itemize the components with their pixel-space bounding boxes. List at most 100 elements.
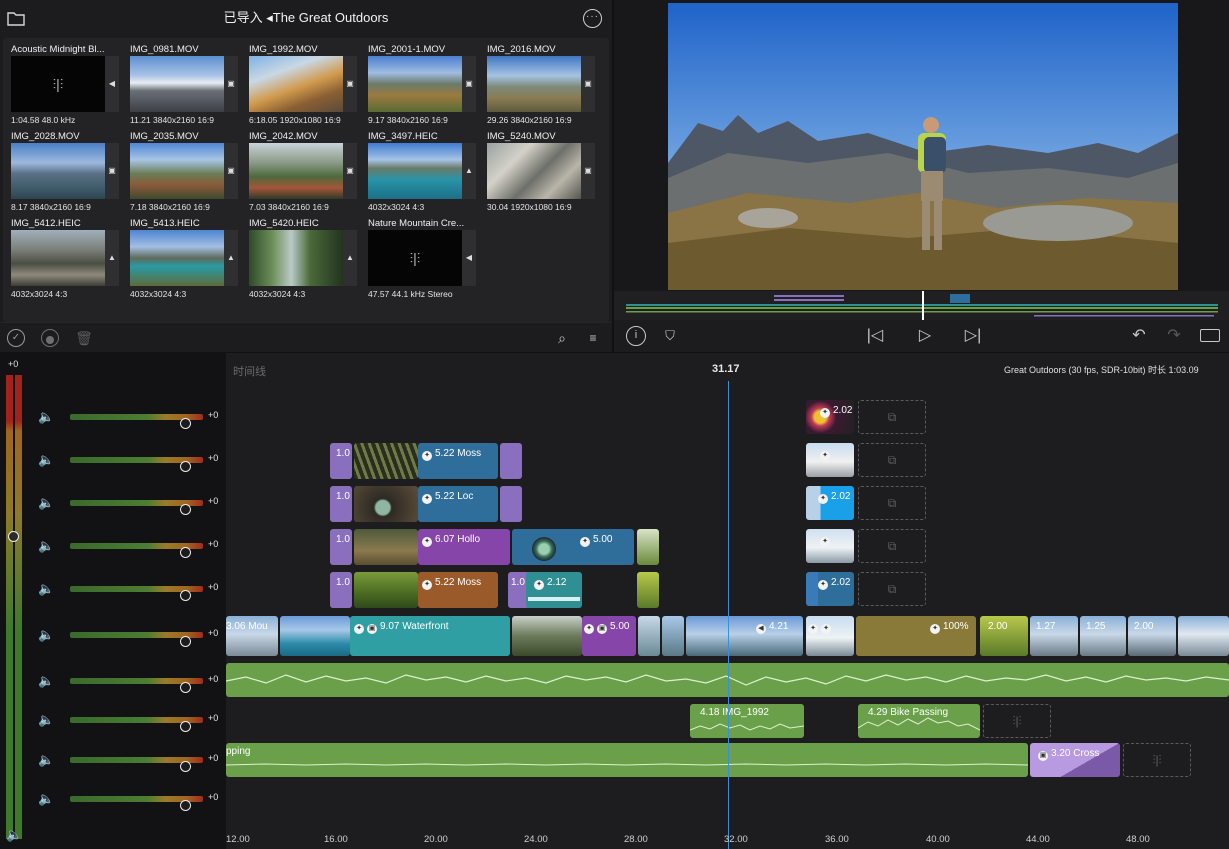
redo-icon[interactable]: ↷ <box>1162 326 1186 346</box>
skip-back-icon[interactable]: |◁ <box>864 326 886 346</box>
volume-fader[interactable] <box>70 414 203 429</box>
track-mixer[interactable]: 🔈 +0 <box>38 671 224 693</box>
video-clip[interactable]: ✦ 6.07 Hollo <box>418 529 510 565</box>
trash-icon[interactable]: 🗑 <box>75 329 93 347</box>
audio-clip[interactable]: ▣ 3.20 Cross <box>1030 743 1120 777</box>
media-tile[interactable]: Acoustic Midnight Bl... ⫶|⫶ ◀ 1:04.58 48… <box>3 38 119 125</box>
fader-knob[interactable] <box>180 547 191 558</box>
sort-icon[interactable]: ≡ <box>584 329 602 347</box>
speaker-icon[interactable]: 🔈 <box>38 751 56 769</box>
video-clip[interactable]: ✦ 2.02 <box>806 486 854 520</box>
ellipsis-circle-icon[interactable]: ··· <box>583 9 602 28</box>
media-tile[interactable]: IMG_2001-1.MOV ▣ 9.17 3840x2160 16:9 <box>360 38 476 125</box>
playhead[interactable] <box>728 381 729 849</box>
video-clip-thumb[interactable] <box>637 529 659 565</box>
track-mixer[interactable]: 🔈 +0 <box>38 625 224 647</box>
track-mixer[interactable]: 🔈 +0 <box>38 750 224 772</box>
media-tile[interactable]: IMG_2042.MOV ▣ 7.03 3840x2160 16:9 <box>241 125 357 212</box>
speaker-icon[interactable]: 🔈 <box>38 537 56 555</box>
media-tile[interactable]: IMG_0981.MOV ▣ 11.21 3840x2160 16:9 <box>122 38 238 125</box>
speaker-icon[interactable]: 🔈 <box>38 790 56 808</box>
transition-clip[interactable]: 1.0 <box>330 443 352 479</box>
audio-waveform-clip[interactable] <box>226 743 1028 777</box>
transition-clip[interactable]: 1.0 <box>330 572 352 608</box>
video-clip[interactable]: ✦ <box>806 529 854 563</box>
speaker-icon[interactable]: 🔈 <box>38 408 56 426</box>
track-mixer[interactable]: 🔈 +0 <box>38 789 224 811</box>
video-clip[interactable]: ✦ ▣ 5.00 <box>582 616 636 656</box>
fader-knob[interactable] <box>180 800 191 811</box>
track-mixer[interactable]: 🔈 +0 <box>38 710 224 732</box>
volume-fader[interactable] <box>70 796 203 811</box>
timeline-tracks[interactable]: 时间线 31.17 Great Outdoors (30 fps, SDR-10… <box>226 353 1229 849</box>
info-icon[interactable]: i <box>626 326 646 346</box>
track-mixer[interactable]: 🔈 +0 <box>38 536 224 558</box>
video-clip[interactable]: ✦ ▣ 9.07 Waterfront <box>350 616 510 656</box>
video-clip[interactable]: 2.00 <box>980 616 1028 656</box>
transition-clip[interactable] <box>500 443 522 479</box>
marker-icon[interactable]: ⛉ <box>661 326 679 346</box>
master-fader-knob[interactable] <box>8 531 19 542</box>
fader-knob[interactable] <box>180 682 191 693</box>
fader-knob[interactable] <box>180 504 191 515</box>
fader-knob[interactable] <box>180 721 191 732</box>
media-tile[interactable]: IMG_5412.HEIC ▲ 4032x3024 4:3 <box>3 212 119 299</box>
track-mixer[interactable]: 🔈 +0 <box>38 407 224 429</box>
media-tile[interactable]: IMG_5420.HEIC ▲ 4032x3024 4:3 <box>241 212 357 299</box>
video-clip-thumb[interactable] <box>354 486 418 522</box>
checkmark-circle-icon[interactable]: ✓ <box>7 329 25 347</box>
mini-timeline[interactable] <box>614 291 1229 320</box>
audio-placeholder-icon[interactable]: ⫶|⫶ <box>983 704 1051 738</box>
volume-fader[interactable] <box>70 543 203 558</box>
browser-title[interactable]: 已导入 ◂The Great Outdoors <box>0 0 612 36</box>
fader-knob[interactable] <box>180 418 191 429</box>
video-clip-thumb[interactable] <box>354 572 418 608</box>
record-icon[interactable] <box>41 329 59 347</box>
video-clip[interactable]: ✦ 2.02 <box>806 572 854 606</box>
play-icon[interactable]: ▷ <box>914 326 936 346</box>
video-clip-thumb[interactable] <box>354 529 418 565</box>
video-preview[interactable] <box>668 3 1178 290</box>
fullscreen-icon[interactable] <box>1200 329 1220 342</box>
video-clip[interactable]: ✦ 2.02 <box>806 400 854 434</box>
speaker-icon[interactable]: 🔈 <box>38 711 56 729</box>
placeholder-icon[interactable]: ⧉ <box>858 443 926 477</box>
master-meter[interactable] <box>6 375 22 839</box>
placeholder-icon[interactable]: ⧉ <box>858 400 926 434</box>
track-mixer[interactable]: 🔈 +0 <box>38 579 224 601</box>
transition-clip[interactable] <box>500 486 522 522</box>
placeholder-icon[interactable]: ⧉ <box>858 572 926 606</box>
fader-knob[interactable] <box>180 590 191 601</box>
video-clip[interactable]: ✦ 5.22 Moss <box>418 443 498 479</box>
video-clip[interactable]: ✦ 5.00 <box>512 529 634 565</box>
folder-icon[interactable] <box>7 10 25 26</box>
speaker-icon[interactable]: 🔈 <box>38 494 56 512</box>
transition-clip[interactable]: 1.0 <box>330 529 352 565</box>
speaker-icon[interactable]: 🔈 <box>38 626 56 644</box>
undo-icon[interactable]: ↶ <box>1127 326 1151 346</box>
transition-clip[interactable]: 1.0 <box>330 486 352 522</box>
track-mixer[interactable]: 🔈 +0 <box>38 450 224 472</box>
placeholder-icon[interactable]: ⧉ <box>858 529 926 563</box>
media-tile[interactable]: IMG_2035.MOV ▣ 7.18 3840x2160 16:9 <box>122 125 238 212</box>
title-clip[interactable]: ✦ 2.12 <box>526 572 582 608</box>
volume-fader[interactable] <box>70 757 203 772</box>
video-clip[interactable]: ◀ 4.21 <box>686 616 803 656</box>
fader-knob[interactable] <box>180 761 191 772</box>
video-clip-thumb[interactable] <box>354 443 418 479</box>
track-mixer[interactable]: 🔈 +0 <box>38 493 224 515</box>
skip-forward-icon[interactable]: ▷| <box>962 326 984 346</box>
video-clip[interactable]: ✦ 5.22 Loc <box>418 486 498 522</box>
volume-fader[interactable] <box>70 678 203 693</box>
media-tile[interactable]: IMG_3497.HEIC ▲ 4032x3024 4:3 <box>360 125 476 212</box>
video-clip[interactable]: 2.00 <box>1128 616 1176 656</box>
video-clip[interactable]: 1.25 <box>1080 616 1126 656</box>
volume-fader[interactable] <box>70 500 203 515</box>
placeholder-icon[interactable]: ⧉ <box>858 486 926 520</box>
speaker-icon[interactable]: 🔈 <box>38 672 56 690</box>
fader-knob[interactable] <box>180 636 191 647</box>
video-clip-thumb[interactable] <box>1178 616 1229 656</box>
media-tile[interactable]: IMG_5413.HEIC ▲ 4032x3024 4:3 <box>122 212 238 299</box>
video-clip[interactable]: 1.27 <box>1030 616 1078 656</box>
volume-fader[interactable] <box>70 632 203 647</box>
